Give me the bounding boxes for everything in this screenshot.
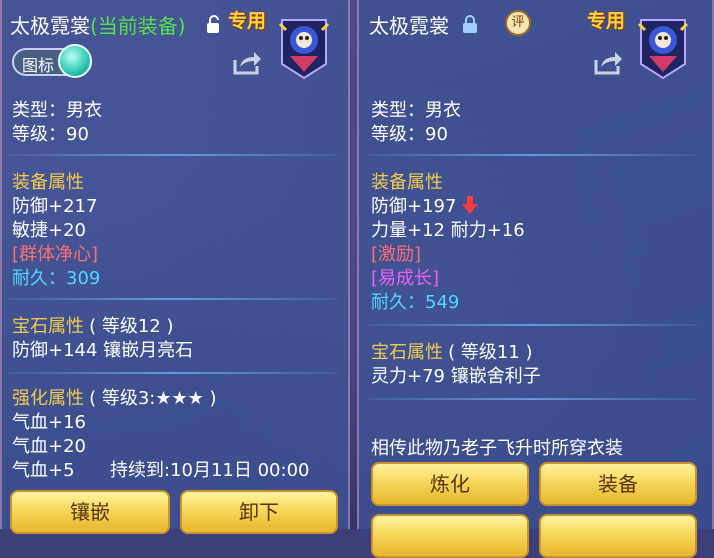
item-type: 类型：男衣 — [371, 100, 461, 121]
item-name: 太极霓裳 — [10, 14, 90, 38]
icon-toggle[interactable]: 图标 — [12, 44, 92, 78]
enhance-attr-row: 强化属性 ( 等级3:★★★ ) — [12, 384, 217, 410]
enhance-duration: 持续到:10月11日 00:00 — [110, 460, 310, 481]
special-effect: [易成长] — [371, 268, 440, 289]
section-divider — [8, 298, 338, 300]
outfit-emblem-icon — [278, 19, 330, 80]
icon-toggle-label: 图标 — [22, 56, 55, 75]
durability-value: 309 — [66, 268, 101, 289]
item-name: 太极霓裳 — [369, 14, 449, 38]
attr-line: 力量+12 耐力+16 — [371, 220, 525, 241]
item-description: 相传此物乃老子飞升时所穿衣装 — [371, 438, 623, 459]
unequip-button[interactable]: 卸下 — [180, 490, 338, 534]
attr-line: 防御+197 — [371, 196, 457, 217]
equip-attr-header: 装备属性 — [12, 172, 84, 193]
enhance-level: ( 等级3:★★★ ) — [89, 388, 217, 409]
item-level: 等级：90 — [371, 124, 448, 145]
enhance-line: 气血+5 — [12, 460, 75, 481]
section-divider — [367, 154, 697, 156]
section-divider — [367, 324, 697, 326]
gem-level: ( 等级12 ) — [89, 316, 174, 337]
attr-line: 敏捷+20 — [12, 220, 86, 241]
lock-closed-icon[interactable] — [461, 14, 479, 34]
enhance-line: 气血+16 — [12, 412, 86, 433]
extra-button[interactable] — [539, 514, 697, 558]
equipped-item-panel: 太极霓裳(当前装备) 专用 图标 类型：男衣 等级：90 装备属性 防御+217… — [0, 0, 350, 534]
enhance-attr-header: 强化属性 — [12, 388, 84, 409]
section-divider — [8, 372, 338, 374]
lock-open-icon[interactable] — [205, 14, 223, 34]
down-arrow-icon — [462, 196, 479, 214]
gem-attr-header: 宝石属性 — [12, 316, 84, 337]
exclusive-badge: 专用 — [228, 10, 267, 32]
toggle-knob — [58, 44, 92, 78]
special-effect: [激励] — [371, 244, 422, 265]
item-type: 类型：男衣 — [12, 100, 102, 121]
share-icon[interactable] — [232, 50, 262, 76]
exclusive-badge: 专用 — [587, 10, 626, 32]
section-divider — [367, 398, 697, 400]
extra-button[interactable] — [371, 514, 529, 558]
special-effect: [群体净心] — [12, 244, 99, 265]
outfit-emblem-icon — [637, 19, 689, 80]
durability: 耐久：309 — [12, 264, 100, 290]
durability-label: 耐久： — [12, 268, 66, 289]
compare-item-panel: 太极霓裳 评 专用 类型：男衣 等级：90 装备属性 防御+197 力量+12 … — [357, 0, 714, 558]
equip-button[interactable]: 装备 — [539, 462, 697, 506]
attr-line: 防御+217 — [12, 196, 98, 217]
rate-badge[interactable]: 评 — [505, 10, 531, 36]
attr-defense-row: 防御+197 — [371, 192, 479, 218]
durability: 耐久：549 — [371, 288, 459, 314]
item-level: 等级：90 — [12, 124, 89, 145]
inlay-button[interactable]: 镶嵌 — [10, 490, 170, 534]
gem-effect: 防御+144 镶嵌月亮石 — [12, 340, 194, 361]
equipped-tag: (当前装备) — [90, 14, 186, 38]
gem-attr-row: 宝石属性 ( 等级11 ) — [371, 338, 533, 364]
gem-attr-header: 宝石属性 — [371, 342, 443, 363]
equip-attr-header: 装备属性 — [371, 172, 443, 193]
gem-attr-row: 宝石属性 ( 等级12 ) — [12, 312, 174, 338]
section-divider — [8, 154, 338, 156]
share-icon[interactable] — [593, 50, 623, 76]
item-title: 太极霓裳(当前装备) — [10, 10, 186, 39]
refine-button[interactable]: 炼化 — [371, 462, 529, 506]
durability-value: 549 — [425, 292, 460, 313]
gem-level: ( 等级11 ) — [448, 342, 533, 363]
durability-label: 耐久： — [371, 292, 425, 313]
enhance-line: 气血+20 — [12, 436, 86, 457]
gem-effect: 灵力+79 镶嵌舍利子 — [371, 366, 541, 387]
